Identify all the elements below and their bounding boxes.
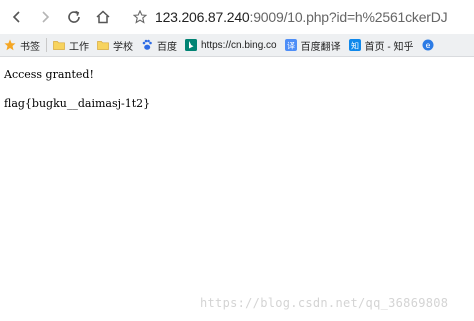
- watermark: https://blog.csdn.net/qq_36869808: [200, 296, 449, 310]
- bookmarks-bar: 书签 工作 学校 百度 https://cn.bing.co 译 百度翻译 知 …: [0, 34, 474, 57]
- flag-text: flag{bugku__daimasj-1t2}: [4, 97, 151, 110]
- svg-text:知: 知: [351, 41, 359, 51]
- navigation-bar: 123.206.87.240:9009/10.php?id=h%2561cker…: [0, 0, 474, 34]
- bookmark-label: 首页 - 知乎: [364, 41, 414, 53]
- bookmark-label: 工作: [69, 41, 89, 53]
- reload-button[interactable]: [63, 6, 85, 28]
- zhihu-icon: 知: [348, 39, 361, 51]
- url-text[interactable]: 123.206.87.240:9009/10.php?id=h%2561cker…: [155, 9, 448, 25]
- bookmark-separator: [46, 38, 47, 52]
- back-button[interactable]: [6, 6, 28, 28]
- folder-icon: [97, 39, 109, 51]
- bookmark-item-zhihu[interactable]: 知 首页 - 知乎: [345, 34, 418, 56]
- bookmark-item-school[interactable]: 学校: [93, 34, 137, 56]
- star-icon: [4, 39, 16, 51]
- folder-icon: [53, 39, 65, 51]
- url-path: :9009/10.php?id=h%2561ckerDJ: [249, 9, 448, 25]
- e-icon: e: [422, 39, 434, 51]
- bookmark-item-bing[interactable]: https://cn.bing.co: [181, 34, 281, 56]
- access-message: Access granted!: [4, 68, 94, 81]
- bookmark-label: 百度翻译: [300, 41, 341, 53]
- reload-icon: [68, 10, 80, 23]
- baidu-paw-icon: [141, 39, 153, 51]
- address-bar[interactable]: 123.206.87.240:9009/10.php?id=h%2561cker…: [131, 6, 474, 28]
- svg-text:e: e: [425, 41, 430, 50]
- bing-icon: [185, 39, 197, 51]
- bookmark-item-baidu-translate[interactable]: 译 百度翻译: [281, 34, 345, 56]
- home-icon: [96, 10, 110, 24]
- svg-text:译: 译: [287, 42, 295, 51]
- bookmark-item-e[interactable]: e: [418, 34, 442, 56]
- bookmark-star-icon[interactable]: [131, 8, 149, 26]
- forward-button[interactable]: [34, 6, 56, 28]
- bookmark-item-bookmarks[interactable]: 书签: [0, 34, 44, 56]
- back-arrow-icon: [12, 11, 20, 23]
- home-button[interactable]: [92, 6, 114, 28]
- bookmark-label: 书签: [20, 41, 40, 53]
- browser-window: 123.206.87.240:9009/10.php?id=h%2561cker…: [0, 0, 474, 321]
- forward-arrow-icon: [42, 11, 50, 23]
- bookmark-label: 学校: [113, 41, 133, 53]
- baidu-translate-icon: 译: [284, 39, 297, 51]
- bookmark-item-baidu[interactable]: 百度: [137, 34, 181, 56]
- bookmark-item-work[interactable]: 工作: [49, 34, 93, 56]
- bookmark-label: 百度: [157, 41, 177, 53]
- bookmark-label: https://cn.bing.co: [201, 39, 277, 51]
- url-host: 123.206.87.240: [155, 9, 250, 25]
